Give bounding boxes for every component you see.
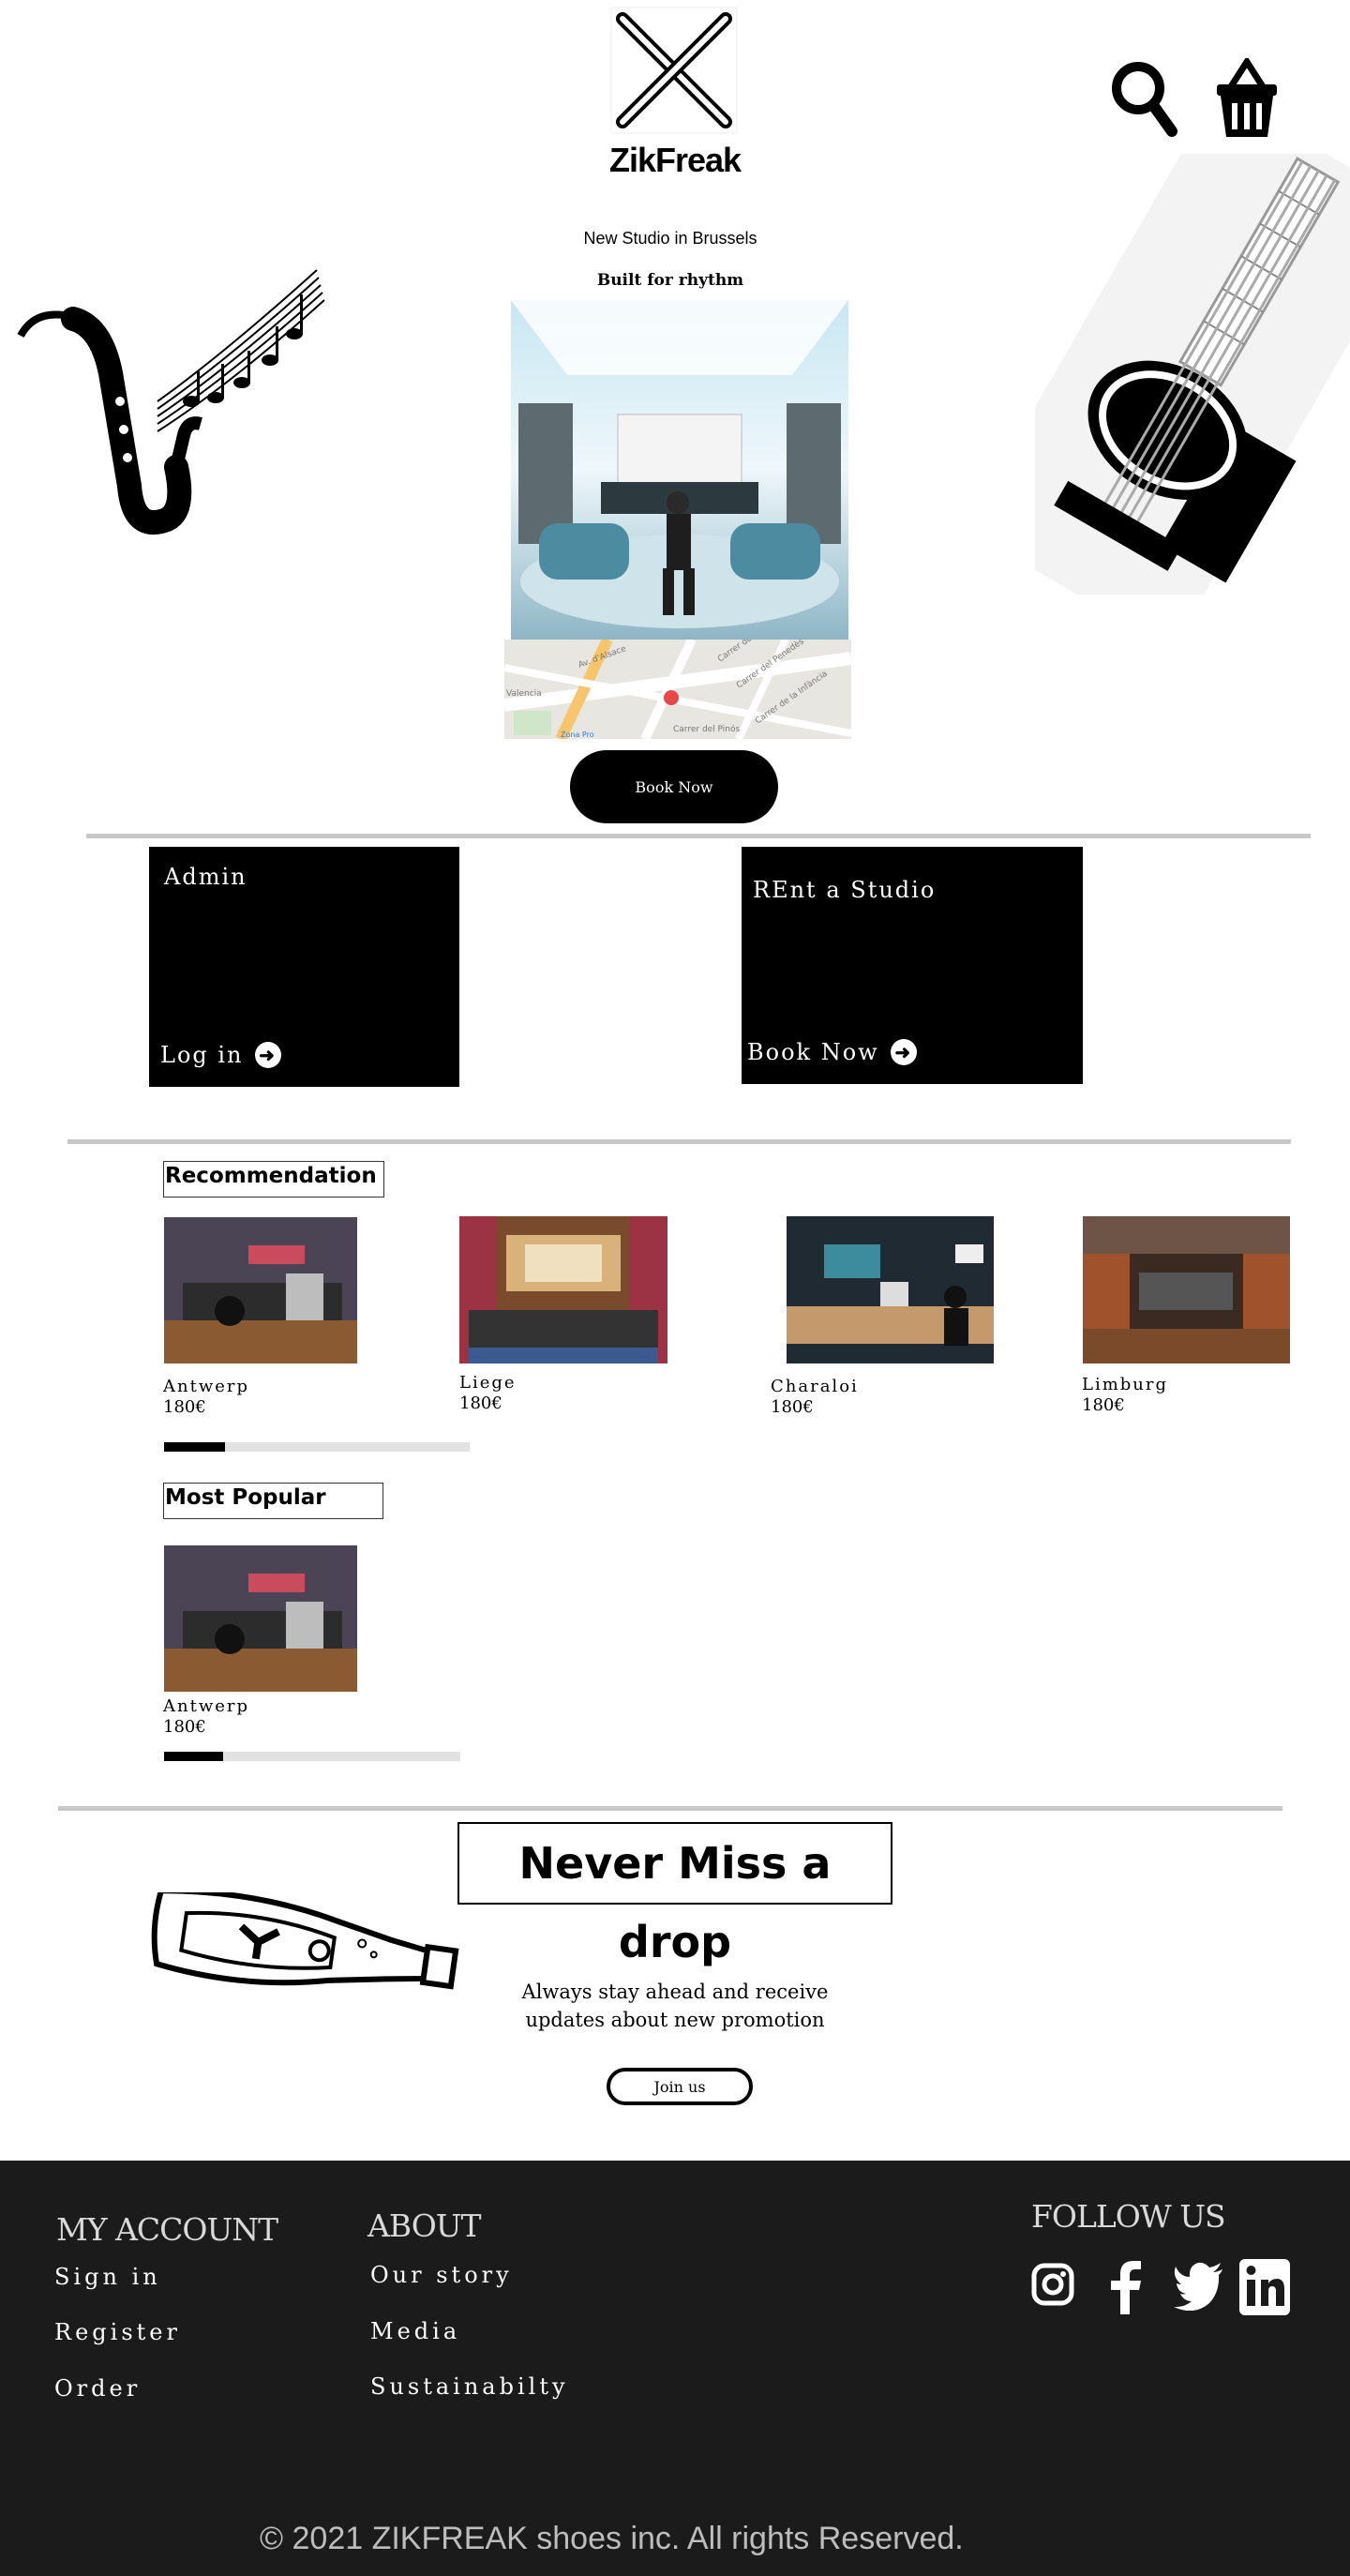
card-price: 180€ bbox=[1082, 1395, 1125, 1415]
instagram-icon[interactable] bbox=[1030, 2258, 1075, 2311]
card-name: Antwerp bbox=[163, 1377, 250, 1396]
admin-title: Admin bbox=[164, 864, 248, 890]
sign-in-link[interactable]: Sign in bbox=[54, 2264, 161, 2290]
divider-middle bbox=[68, 1139, 1291, 1144]
about-heading: ABOUT bbox=[368, 2207, 482, 2244]
copyright: © 2021 ZIKFREAK shoes inc. All rights Re… bbox=[260, 2521, 964, 2556]
divider-top bbox=[86, 834, 1311, 838]
panel-book-now-label: Book Now bbox=[747, 1039, 879, 1065]
admin-panel: Admin Log in ➜ bbox=[149, 847, 459, 1087]
brand-name: ZikFreak bbox=[608, 141, 742, 179]
book-now-button[interactable]: Book Now bbox=[570, 750, 778, 823]
saxophone-icon bbox=[17, 269, 325, 535]
linkedin-icon[interactable] bbox=[1238, 2257, 1292, 2317]
svg-text:Carrer del Pinós: Carrer del Pinós bbox=[673, 724, 740, 734]
studio-card-image[interactable] bbox=[1083, 1216, 1290, 1363]
card-price: 180€ bbox=[163, 1717, 206, 1737]
map-pin-icon bbox=[664, 690, 679, 705]
join-us-button[interactable]: Join us bbox=[607, 2068, 753, 2105]
message-bottle-illustration bbox=[145, 1888, 464, 2003]
svg-text:Valencia: Valencia bbox=[506, 689, 542, 699]
carousel-progress-fill bbox=[164, 1752, 224, 1761]
my-account-heading: MY ACCOUNT bbox=[56, 2211, 278, 2248]
media-link[interactable]: Media bbox=[370, 2318, 460, 2344]
guitar-illustration bbox=[964, 90, 1350, 650]
saxophone-illustration bbox=[17, 261, 326, 542]
studio-card-image[interactable] bbox=[164, 1545, 357, 1692]
guitar-icon bbox=[964, 90, 1350, 650]
our-story-link[interactable]: Our story bbox=[370, 2262, 513, 2288]
order-link[interactable]: Order bbox=[54, 2375, 141, 2402]
card-price: 180€ bbox=[459, 1393, 502, 1413]
hero-tagline: Built for rhythm bbox=[596, 271, 744, 290]
twitter-icon[interactable] bbox=[1174, 2258, 1224, 2312]
panel-book-now-link[interactable]: Book Now ➜ bbox=[747, 1039, 917, 1065]
card-name: Limburg bbox=[1082, 1375, 1169, 1394]
recommendation-label: Recommendation bbox=[163, 1161, 384, 1198]
carousel-progress[interactable] bbox=[164, 1442, 470, 1452]
studio-card-image[interactable] bbox=[787, 1216, 994, 1363]
newsletter-title: Never Miss a drop bbox=[458, 1822, 892, 1967]
svg-text:Zona Pro: Zona Pro bbox=[561, 731, 594, 739]
hero-subtitle: New Studio in Brussels bbox=[583, 229, 758, 248]
newsletter-line-2: updates about new promotion bbox=[525, 2009, 825, 2031]
rent-studio-title: REnt a Studio bbox=[753, 877, 937, 903]
rent-studio-panel: REnt a Studio Book Now ➜ bbox=[742, 847, 1083, 1084]
basket-icon[interactable] bbox=[1215, 55, 1279, 139]
studio-photo bbox=[511, 300, 848, 640]
sustainability-link[interactable]: Sustainabilty bbox=[370, 2373, 569, 2400]
divider-bottom bbox=[58, 1806, 1282, 1811]
location-map[interactable]: Av. d'Alsace Carrer de Bolonya Carrer de… bbox=[503, 613, 852, 742]
logo[interactable] bbox=[608, 4, 741, 137]
studio-card-image[interactable] bbox=[459, 1216, 668, 1363]
most-popular-label: Most Popular bbox=[163, 1483, 383, 1519]
log-in-link[interactable]: Log in ➜ bbox=[160, 1042, 281, 1068]
register-link[interactable]: Register bbox=[54, 2319, 181, 2345]
follow-us-heading: FOLLOW US bbox=[1031, 2198, 1226, 2235]
log-in-label: Log in bbox=[160, 1042, 244, 1068]
message-bottle-icon bbox=[151, 1888, 459, 1990]
card-name: Liege bbox=[459, 1373, 517, 1393]
card-price: 180€ bbox=[771, 1397, 814, 1417]
arrow-right-icon: ➜ bbox=[254, 1042, 281, 1068]
card-name: Charaloi bbox=[771, 1377, 859, 1396]
carousel-progress[interactable] bbox=[164, 1752, 460, 1761]
newsletter-line-1: Always stay ahead and receive bbox=[521, 1981, 829, 2003]
facebook-icon[interactable] bbox=[1102, 2258, 1150, 2314]
crossed-drumsticks-icon bbox=[610, 7, 738, 134]
card-price: 180€ bbox=[163, 1397, 206, 1417]
arrow-right-icon: ➜ bbox=[890, 1039, 917, 1065]
card-name: Antwerp bbox=[163, 1696, 250, 1716]
studio-card-image[interactable] bbox=[164, 1217, 357, 1363]
carousel-progress-fill bbox=[164, 1442, 226, 1452]
search-icon[interactable] bbox=[1110, 58, 1178, 139]
